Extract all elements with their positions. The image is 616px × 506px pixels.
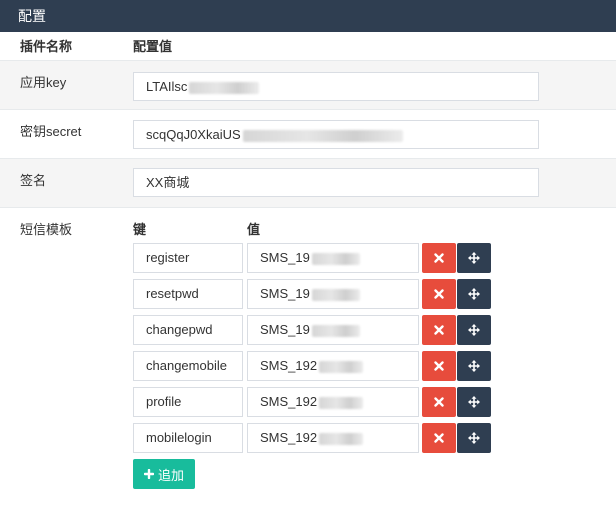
delete-row-button[interactable] [422,315,456,345]
template-value-text: SMS_192 [260,358,318,373]
secret-value: scqQqJ0XkaiUS [146,127,241,142]
template-key-input[interactable]: changemobile [133,351,243,381]
app-key-row: 应用key LTAIlsc [0,60,616,109]
drag-row-button[interactable] [457,315,491,345]
template-key-input[interactable]: resetpwd [133,279,243,309]
template-value-input[interactable]: SMS_19 [247,243,419,273]
value-header: 值 [247,222,261,237]
signature-label: 签名 [20,173,47,188]
template-key-text: profile [146,394,182,409]
template-value-input[interactable]: SMS_192 [247,423,419,453]
template-value-text: SMS_19 [260,322,310,337]
template-value-text: SMS_19 [260,286,310,301]
template-key-text: register [146,250,190,265]
template-key-input[interactable]: changepwd [133,315,243,345]
secret-label: 密钥secret [20,124,82,139]
redaction-mask [311,324,360,337]
secret-input[interactable]: scqQqJ0XkaiUS [133,120,539,149]
template-key-text: mobilelogin [146,430,212,445]
template-key-input[interactable]: register [133,243,243,273]
template-value-input[interactable]: SMS_19 [247,315,419,345]
drag-row-button[interactable] [457,279,491,309]
template-key-text: changemobile [146,358,227,373]
template-value-text: SMS_19 [260,250,310,265]
app-key-label: 应用key [20,75,67,90]
redaction-mask [319,432,364,445]
app-key-value: LTAIlsc [146,79,188,94]
plus-icon [144,469,154,479]
close-icon [434,397,444,407]
template-key-text: resetpwd [146,286,199,301]
close-icon [434,253,444,263]
close-icon [434,433,444,443]
table-header: 插件名称 配置值 [0,32,616,60]
add-template-label: 追加 [158,467,185,483]
drag-row-button[interactable] [457,351,491,381]
template-value-text: SMS_192 [260,394,318,409]
add-template-button[interactable]: 追加 [133,459,196,489]
sms-template-row: 短信模板 键 值 register SMS_19 resetpwd SMS_19… [0,207,616,506]
template-value-input[interactable]: SMS_192 [247,387,419,417]
move-icon [468,360,480,372]
move-icon [468,252,480,264]
close-icon [434,289,444,299]
value-column-header: 配置值 [133,39,173,54]
delete-row-button[interactable] [422,387,456,417]
template-value-input[interactable]: SMS_192 [247,351,419,381]
redaction-mask [319,360,364,373]
window-title: 配置 [0,0,616,32]
redaction-mask [189,81,260,94]
close-icon [434,361,444,371]
template-key-input[interactable]: profile [133,387,243,417]
close-icon [434,325,444,335]
delete-row-button[interactable] [422,279,456,309]
redaction-mask [242,129,403,142]
redaction-mask [311,252,360,265]
template-value-text: SMS_192 [260,430,318,445]
signature-input[interactable]: XX商城 [133,168,539,197]
move-icon [468,396,480,408]
app-key-input[interactable]: LTAIlsc [133,72,539,101]
secret-row: 密钥secret scqQqJ0XkaiUS [0,109,616,158]
template-key-input[interactable]: mobilelogin [133,423,243,453]
template-key-text: changepwd [146,322,213,337]
drag-row-button[interactable] [457,387,491,417]
delete-row-button[interactable] [422,243,456,273]
move-icon [468,324,480,336]
template-value-input[interactable]: SMS_19 [247,279,419,309]
move-icon [468,432,480,444]
move-icon [468,288,480,300]
drag-row-button[interactable] [457,243,491,273]
delete-row-button[interactable] [422,351,456,381]
redaction-mask [319,396,364,409]
signature-row: 签名 XX商城 [0,158,616,207]
name-column-header: 插件名称 [20,39,73,54]
signature-value: XX商城 [146,175,190,190]
delete-row-button[interactable] [422,423,456,453]
drag-row-button[interactable] [457,423,491,453]
key-header: 键 [133,222,147,237]
redaction-mask [311,288,360,301]
sms-template-label: 短信模板 [20,222,73,237]
